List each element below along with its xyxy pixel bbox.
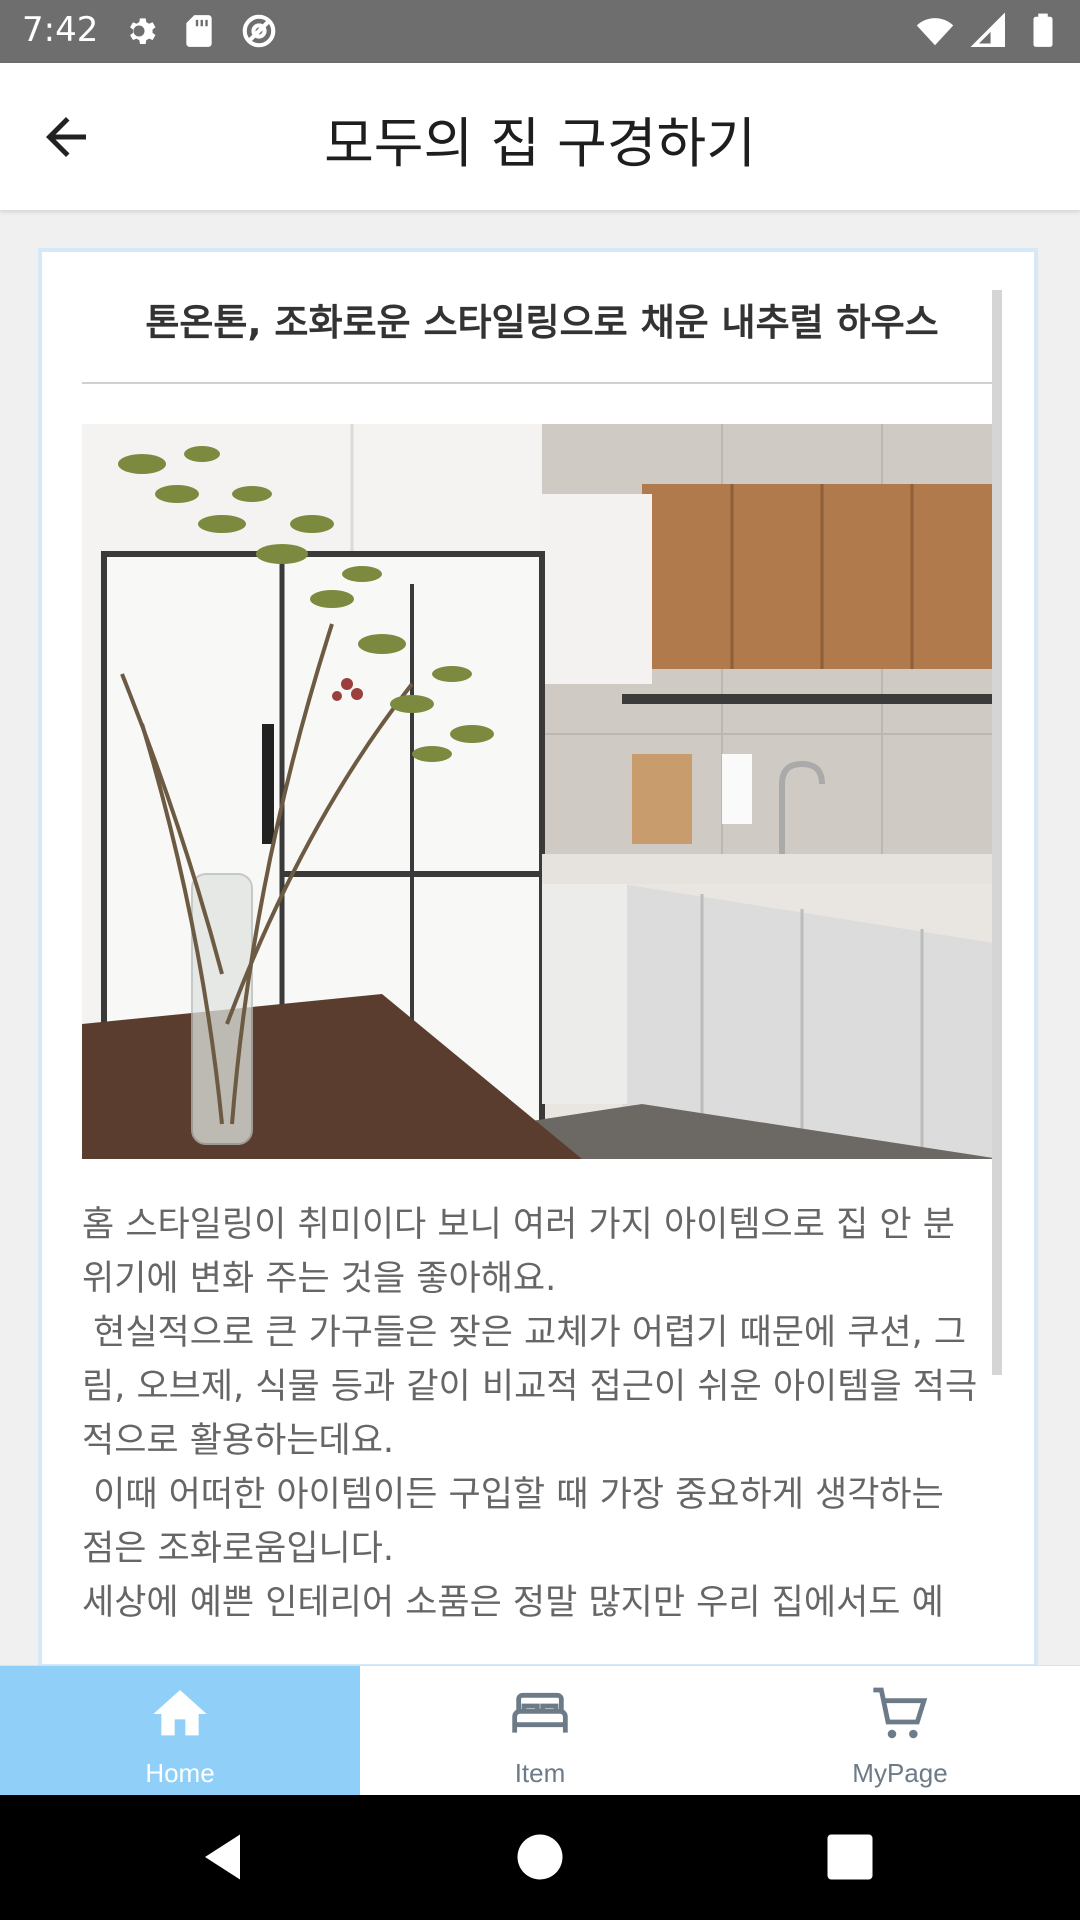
- app-bar: 모두의 집 구경하기: [0, 63, 1080, 210]
- scrollbar[interactable]: [992, 290, 1002, 1375]
- system-recents-icon[interactable]: [820, 1827, 880, 1887]
- battery-icon: [1033, 13, 1053, 47]
- kitchen-photo: [82, 424, 1000, 1159]
- nav-tab-mypage[interactable]: MyPage: [720, 1666, 1080, 1796]
- status-time: 7:42: [22, 10, 99, 50]
- post-body: 홈 스타일링이 취미이다 보니 여러 가지 아이템으로 집 안 분 위기에 변화…: [82, 1205, 978, 1623]
- sd-card-icon: [186, 15, 212, 47]
- nav-tab-home[interactable]: Home: [0, 1666, 360, 1796]
- home-icon: [153, 1690, 207, 1736]
- system-back-icon[interactable]: [195, 1827, 255, 1887]
- cart-icon: [873, 1687, 928, 1739]
- status-right-icons: [916, 12, 1062, 50]
- status-left-icons: [120, 12, 278, 50]
- system-home-icon[interactable]: [510, 1827, 570, 1887]
- post-card[interactable]: 톤온톤, 조화로운 스타일링으로 채운 내추럴 하우스 홈 스타일링이 취미이다…: [38, 248, 1038, 1668]
- bed-icon: [512, 1692, 568, 1733]
- post-title: 톤온톤, 조화로운 스타일링으로 채운 내추럴 하우스: [145, 301, 939, 344]
- nav-tab-item[interactable]: Item: [360, 1666, 720, 1796]
- bottom-nav: Home Item MyPage: [0, 1665, 1080, 1796]
- wifi-icon: [916, 18, 954, 46]
- status-bar: 7:42: [0, 0, 1080, 63]
- nav-label-home: Home: [145, 1758, 215, 1788]
- signal-icon: [970, 12, 1005, 47]
- title-divider: [82, 382, 1000, 384]
- settings-icon: [130, 18, 156, 44]
- system-nav-bar: [0, 1795, 1080, 1920]
- data-saver-icon: [242, 14, 276, 48]
- page-title: 모두의 집 구경하기: [324, 112, 756, 175]
- nav-label-item: Item: [514, 1758, 566, 1788]
- nav-label-mypage: MyPage: [852, 1758, 948, 1788]
